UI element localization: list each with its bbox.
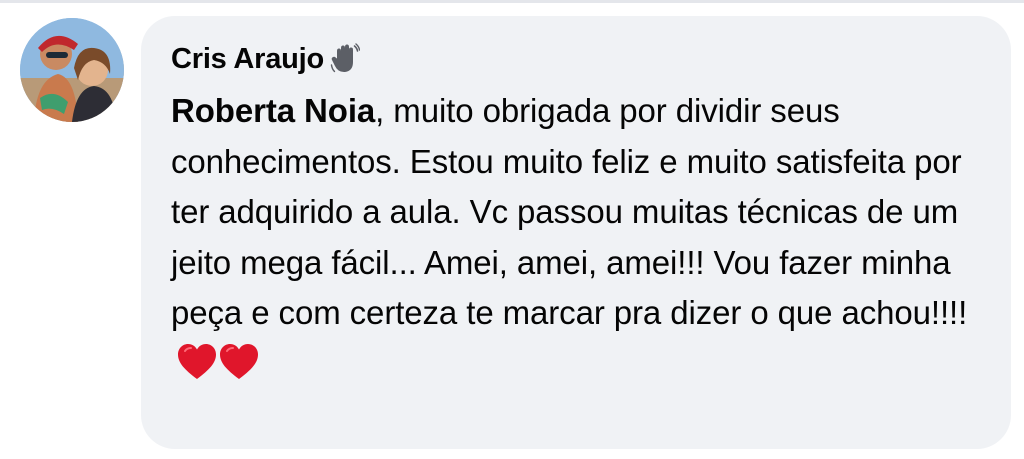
comment-bubble: Cris Araujo Roberta Noia, muito obrigada… [141, 16, 1011, 449]
author-name[interactable]: Cris Araujo [171, 43, 324, 76]
comment-body: Roberta Noia, muito obrigada por dividir… [171, 86, 981, 395]
red-heart-icon [219, 343, 259, 381]
top-divider [0, 0, 1024, 3]
avatar[interactable] [20, 18, 124, 122]
mention-link[interactable]: Roberta Noia [171, 92, 375, 129]
comment-header: Cris Araujo [171, 38, 981, 80]
waving-hand-icon [330, 43, 361, 75]
avatar-photo [20, 18, 124, 122]
red-heart-icon [177, 343, 217, 381]
emoji-group [177, 343, 261, 396]
